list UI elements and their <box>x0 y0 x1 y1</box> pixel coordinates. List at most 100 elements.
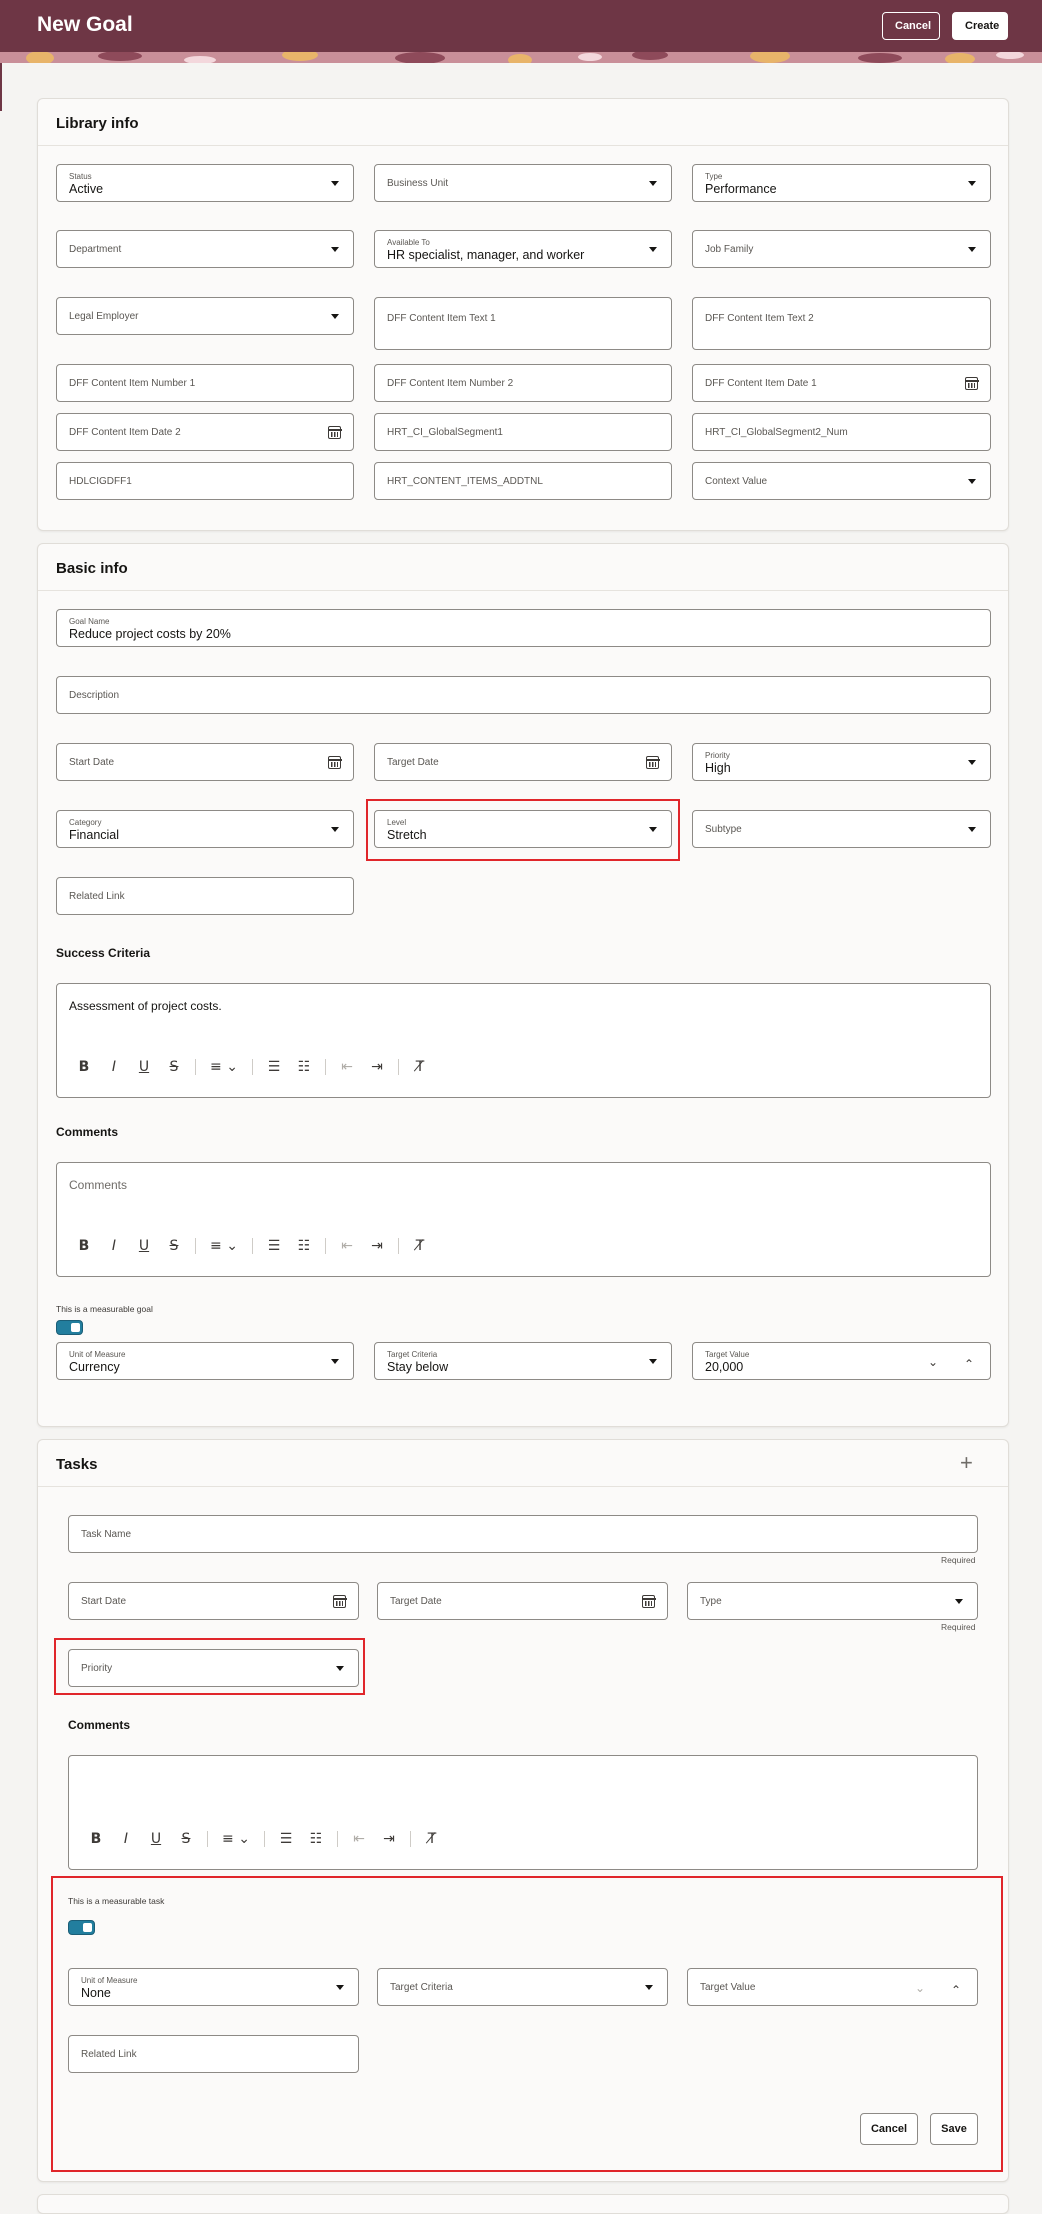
comments-editor[interactable]: Comments B I U S ≡ ⌄ ☰ ☷ ⇤ ⇥ T̸ <box>56 1162 991 1277</box>
dff-number1-input[interactable]: DFF Content Item Number 1 <box>56 364 354 402</box>
target-value-input[interactable]: Target Value 20,000 ⌄ ⌃ <box>692 1342 991 1380</box>
add-task-icon[interactable]: + <box>960 1450 973 1476</box>
goal-name-input[interactable]: Goal Name Reduce project costs by 20% <box>56 609 991 647</box>
italic-icon[interactable]: I <box>111 1831 141 1847</box>
task-type-select[interactable]: Type <box>687 1582 978 1620</box>
indent-icon[interactable]: ⇥ <box>362 1238 392 1254</box>
caret-down-icon <box>331 827 339 832</box>
calendar-icon[interactable] <box>332 1595 347 1608</box>
outdent-icon[interactable]: ⇤ <box>344 1831 374 1847</box>
clear-format-icon[interactable]: T̸ <box>405 1238 435 1254</box>
bullet-list-icon[interactable]: ☰ <box>271 1831 301 1847</box>
header-cancel-button[interactable]: Cancel <box>882 12 940 40</box>
status-select[interactable]: Status Active <box>56 164 354 202</box>
measurable-goal-toggle[interactable] <box>56 1320 83 1335</box>
legal-employer-select[interactable]: Legal Employer <box>56 297 354 335</box>
context-value-select[interactable]: Context Value <box>692 462 991 500</box>
strikethrough-icon[interactable]: S <box>171 1831 201 1847</box>
target-date-input[interactable]: Target Date <box>374 743 672 781</box>
chevron-down-icon[interactable]: ⌄ <box>928 1355 938 1369</box>
subtype-select[interactable]: Subtype <box>692 810 991 848</box>
outdent-icon[interactable]: ⇤ <box>332 1238 362 1254</box>
global-segment2-input[interactable]: HRT_CI_GlobalSegment2_Num <box>692 413 991 451</box>
dff-text2-input[interactable]: DFF Content Item Text 2 <box>692 297 991 350</box>
underline-icon[interactable]: U <box>129 1238 159 1254</box>
field-label: HRT_CI_GlobalSegment2_Num <box>705 427 848 438</box>
bullet-list-icon[interactable]: ☰ <box>259 1059 289 1075</box>
divider <box>195 1059 196 1075</box>
target-criteria-select[interactable]: Target Criteria Stay below <box>374 1342 672 1380</box>
numbered-list-icon[interactable]: ☷ <box>289 1238 319 1254</box>
calendar-icon[interactable] <box>964 377 979 390</box>
category-select[interactable]: Category Financial <box>56 810 354 848</box>
hdl-input[interactable]: HDLCIGDFF1 <box>56 462 354 500</box>
dff-number2-input[interactable]: DFF Content Item Number 2 <box>374 364 672 402</box>
outdent-icon[interactable]: ⇤ <box>332 1059 362 1075</box>
clear-format-icon[interactable]: T̸ <box>417 1831 447 1847</box>
dff-text1-input[interactable]: DFF Content Item Text 1 <box>374 297 672 350</box>
indent-icon[interactable]: ⇥ <box>362 1059 392 1075</box>
task-target-date-input[interactable]: Target Date <box>377 1582 668 1620</box>
task-comments-editor[interactable]: B I U S ≡ ⌄ ☰ ☷ ⇤ ⇥ T̸ <box>68 1755 978 1870</box>
align-icon[interactable]: ≡ ⌄ <box>202 1059 246 1075</box>
clear-format-icon[interactable]: T̸ <box>405 1059 435 1075</box>
italic-icon[interactable]: I <box>99 1238 129 1254</box>
related-link-input[interactable]: Related Link <box>56 877 354 915</box>
task-name-input[interactable]: Task Name <box>68 1515 978 1553</box>
bold-icon[interactable]: B <box>69 1059 99 1075</box>
bullet-list-icon[interactable]: ☰ <box>259 1238 289 1254</box>
task-priority-select[interactable]: Priority <box>68 1649 359 1687</box>
caret-down-icon <box>968 479 976 484</box>
unit-of-measure-select[interactable]: Unit of Measure Currency <box>56 1342 354 1380</box>
global-segment1-input[interactable]: HRT_CI_GlobalSegment1 <box>374 413 672 451</box>
strikethrough-icon[interactable]: S <box>159 1238 189 1254</box>
job-family-select[interactable]: Job Family <box>692 230 991 268</box>
underline-icon[interactable]: U <box>129 1059 159 1075</box>
task-target-value-input[interactable]: Target Value ⌄ ⌃ <box>687 1968 978 2006</box>
chevron-up-icon[interactable]: ⌃ <box>951 1983 961 1997</box>
calendar-icon[interactable] <box>641 1595 656 1608</box>
indent-icon[interactable]: ⇥ <box>374 1831 404 1847</box>
description-input[interactable]: Description <box>56 676 991 714</box>
comments-title: Comments <box>56 1125 119 1139</box>
task-start-date-input[interactable]: Start Date <box>68 1582 359 1620</box>
task-unit-of-measure-select[interactable]: Unit of Measure None <box>68 1968 359 2006</box>
italic-icon[interactable]: I <box>99 1059 129 1075</box>
underline-icon[interactable]: U <box>141 1831 171 1847</box>
task-save-button[interactable]: Save <box>930 2113 978 2145</box>
calendar-icon[interactable] <box>327 426 342 439</box>
level-select[interactable]: Level Stretch <box>374 810 672 848</box>
field-label: Target Date <box>390 1596 442 1607</box>
available-to-select[interactable]: Available To HR specialist, manager, and… <box>374 230 672 268</box>
calendar-icon[interactable] <box>645 756 660 769</box>
task-related-link-input[interactable]: Related Link <box>68 2035 359 2073</box>
header-create-button[interactable]: Create <box>952 12 1008 40</box>
measurable-task-toggle[interactable] <box>68 1920 95 1935</box>
numbered-list-icon[interactable]: ☷ <box>301 1831 331 1847</box>
calendar-icon[interactable] <box>327 756 342 769</box>
department-select[interactable]: Department <box>56 230 354 268</box>
numbered-list-icon[interactable]: ☷ <box>289 1059 319 1075</box>
success-criteria-editor[interactable]: Assessment of project costs. B I U S ≡ ⌄… <box>56 983 991 1098</box>
chevron-down-icon[interactable]: ⌄ <box>915 1981 925 1995</box>
strikethrough-icon[interactable]: S <box>159 1059 189 1075</box>
divider <box>410 1831 411 1847</box>
type-select[interactable]: Type Performance <box>692 164 991 202</box>
chevron-up-icon[interactable]: ⌃ <box>964 1357 974 1371</box>
addtnl-input[interactable]: HRT_CONTENT_ITEMS_ADDTNL <box>374 462 672 500</box>
task-target-criteria-select[interactable]: Target Criteria <box>377 1968 668 2006</box>
align-icon[interactable]: ≡ ⌄ <box>214 1831 258 1847</box>
bold-icon[interactable]: B <box>69 1238 99 1254</box>
bold-icon[interactable]: B <box>81 1831 111 1847</box>
dff-date1-input[interactable]: DFF Content Item Date 1 <box>692 364 991 402</box>
start-date-input[interactable]: Start Date <box>56 743 354 781</box>
align-icon[interactable]: ≡ ⌄ <box>202 1238 246 1254</box>
library-info-panel: Library info Status Active Business Unit… <box>37 98 1009 531</box>
dff-date2-input[interactable]: DFF Content Item Date 2 <box>56 413 354 451</box>
task-cancel-button[interactable]: Cancel <box>860 2113 918 2145</box>
editor-toolbar: B I U S ≡ ⌄ ☰ ☷ ⇤ ⇥ T̸ <box>81 1829 447 1849</box>
business-unit-select[interactable]: Business Unit <box>374 164 672 202</box>
priority-select[interactable]: Priority High <box>692 743 991 781</box>
field-label: Department <box>69 244 122 255</box>
measurable-goal-label: This is a measurable goal <box>56 1304 153 1314</box>
